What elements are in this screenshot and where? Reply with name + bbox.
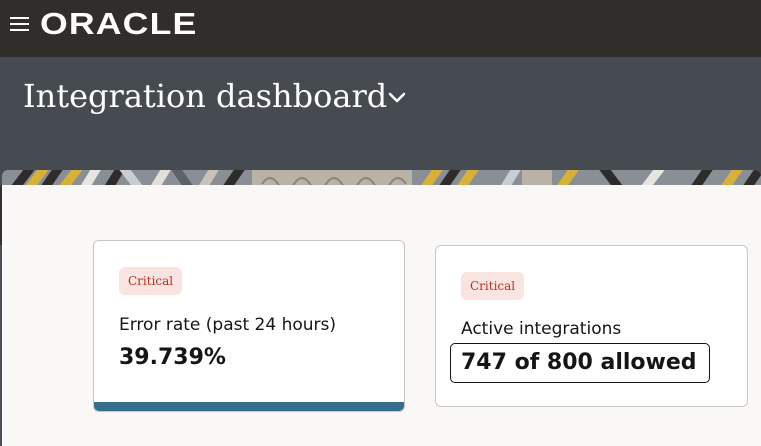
status-badge: Critical [119,267,183,295]
card-label: Error rate (past 24 hours) [119,315,337,335]
page-title: Integration dashboard [23,77,388,115]
card-value: 747 of 800 allowed [461,350,697,375]
hamburger-icon[interactable] [10,17,29,31]
top-navigation-bar: ORACLE [0,0,761,57]
card-value: 39.739% [119,345,226,370]
chevron-down-icon[interactable] [386,86,408,108]
card-label: Active integrations [461,319,622,339]
oracle-logo: ORACLE [40,6,198,41]
status-badge: Critical [461,272,525,300]
progress-bar [94,402,404,411]
error-rate-card[interactable]: Critical Error rate (past 24 hours) 39.7… [93,240,405,412]
active-integrations-card[interactable]: Critical Active integrations 747 of 800 … [435,245,748,407]
